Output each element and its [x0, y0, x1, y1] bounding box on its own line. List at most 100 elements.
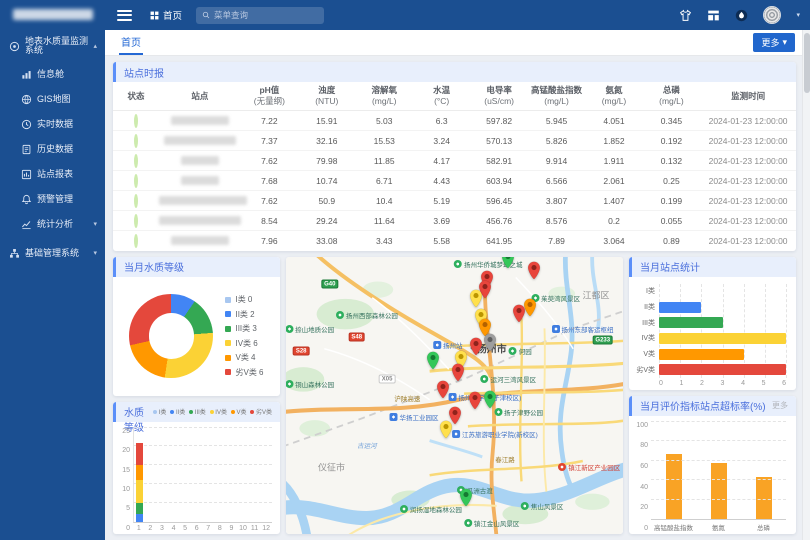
vertical-bar-chart[interactable]: 100806040200 高锰酸盐指数氨氮总磷: [629, 416, 796, 534]
table-row[interactable]: 7.6279.9811.854.17582.919.9141.9110.1322…: [113, 151, 796, 171]
gridline: [651, 440, 786, 441]
gis-map-panel[interactable]: 扬州市江都区仪征市扬州西部森林公园捺山地质公园铜山森林公园茱萸湾风景区扬州华侨城…: [286, 257, 623, 534]
topbar-actions: ▾: [679, 6, 810, 24]
value-cell: 9.914: [528, 151, 585, 171]
y-tick-label: 5: [126, 505, 130, 512]
dashboard-bottom-row: 当月水质等级 I类 0II类 2III类 3IV类 6V类 4劣V类 6 全年水…: [113, 257, 796, 534]
sidebar-section-surface-water-system[interactable]: 地表水质量监测系统▴: [0, 30, 105, 62]
skin-theme-icon[interactable]: [679, 9, 692, 22]
value-cell: 1.852: [585, 131, 642, 151]
value-cell: 10.74: [298, 171, 355, 191]
table-row[interactable]: 7.9633.083.435.58641.957.893.0640.892024…: [113, 231, 796, 251]
x-tick-label: 5: [179, 525, 191, 532]
legend-swatch: [250, 410, 254, 414]
table-row[interactable]: 7.6810.746.714.43603.946.5662.0610.25202…: [113, 171, 796, 191]
road-shield: X05: [379, 374, 396, 383]
value-cell: 0.89: [643, 231, 700, 251]
map-label-park: 何园: [509, 346, 532, 356]
map-label-poi-red: 镇江新区产业园区: [558, 462, 620, 472]
sidebar-item-label: 信息舱: [37, 70, 64, 79]
avatar-chevron-down-icon[interactable]: ▾: [796, 11, 800, 19]
map-label-park: 润扬湿地森林公园: [400, 504, 462, 514]
bar-III类[interactable]: [659, 317, 723, 328]
window-scrollbar[interactable]: [802, 30, 810, 540]
legend-item: II类: [170, 407, 185, 416]
stacked-bar-month-1[interactable]: [136, 428, 143, 522]
bar-氨氮[interactable]: [711, 463, 727, 519]
sidebar-item-station-report[interactable]: 站点报表: [0, 162, 105, 187]
map-pin-red[interactable]: [527, 261, 541, 280]
map-pin-red[interactable]: [469, 337, 483, 356]
column-header: 氨氮(mg/L): [585, 82, 642, 111]
road-shield: G40: [321, 280, 338, 289]
breadcrumb[interactable]: 首页: [150, 8, 182, 22]
value-cell: 10.4: [356, 191, 413, 211]
map-label-area: 江都区: [583, 289, 610, 302]
bar-track: [659, 286, 786, 297]
table-row[interactable]: 7.3732.1615.533.24570.135.8261.8520.1922…: [113, 131, 796, 151]
category-label: I类: [633, 286, 659, 296]
horizontal-bar-chart[interactable]: I类II类III类IV类V类劣V类 0123456: [629, 277, 796, 390]
tab-home[interactable]: 首页: [119, 30, 143, 55]
donut-chart[interactable]: [129, 294, 213, 378]
station-name-redacted: [164, 136, 236, 145]
map-pin-red[interactable]: [451, 364, 465, 383]
hamburger-menu-icon[interactable]: [117, 10, 132, 21]
gridline: [134, 445, 272, 446]
value-cell: 6.566: [528, 171, 585, 191]
sidebar-item-history-data[interactable]: 历史数据: [0, 137, 105, 162]
search-input[interactable]: [214, 10, 318, 20]
sidebar-item-info-dashboard[interactable]: 信息舱: [0, 62, 105, 87]
tabs-more-button[interactable]: 更多▾: [753, 33, 795, 52]
map-pin-yellow[interactable]: [439, 420, 453, 439]
exceed-rate-more-link[interactable]: 更多: [772, 400, 788, 411]
bar-高锰酸盐指数[interactable]: [666, 454, 682, 519]
user-avatar[interactable]: [763, 6, 781, 24]
table-row[interactable]: 8.5429.2411.643.69456.768.5760.20.055202…: [113, 211, 796, 231]
sidebar-section-base-management[interactable]: 基础管理系统▾: [0, 241, 105, 266]
y-tick-label: 20: [640, 504, 648, 511]
menu-search[interactable]: [196, 7, 324, 24]
value-cell: 29.24: [298, 211, 355, 231]
status-cell: [113, 171, 159, 191]
legend-swatch: [210, 410, 214, 414]
map-pin-green[interactable]: [501, 257, 515, 269]
bar-II类[interactable]: [659, 302, 701, 313]
chevron-down-icon: ▾: [93, 250, 99, 257]
bar-IV类[interactable]: [659, 333, 786, 344]
sidebar-item-gis-map[interactable]: GIS地图: [0, 87, 105, 112]
column-header: 溶解氧(mg/L): [356, 82, 413, 111]
map-pin-yellow[interactable]: [469, 289, 483, 308]
gridline: [651, 499, 786, 500]
map-pin-gray[interactable]: [483, 333, 497, 352]
bar-劣V类[interactable]: [659, 364, 786, 375]
map-pin-red[interactable]: [468, 391, 482, 410]
x-tick-label: 4: [168, 525, 180, 532]
map-pin-green[interactable]: [483, 390, 497, 409]
legend-label: V类: [236, 407, 246, 416]
table-row[interactable]: 7.2215.915.036.3597.825.9454.0510.345202…: [113, 111, 796, 131]
map-pin-green[interactable]: [426, 351, 440, 370]
map-park-icon: [509, 347, 517, 355]
message-flame-icon[interactable]: [735, 9, 748, 22]
map-pin-red[interactable]: [436, 380, 450, 399]
sidebar-item-realtime-data[interactable]: 实时数据: [0, 112, 105, 137]
sidebar-item-statistics[interactable]: 统计分析▾: [0, 212, 105, 237]
station-cell: [159, 131, 241, 151]
time-cell: 2024-01-23 12:00:00: [700, 171, 796, 191]
panel-title-monthly-station-stats: 当月站点统计: [629, 257, 796, 277]
exceed-rate-panel: 当月评价指标站点超标率(%) 更多 100806040200 高锰酸盐指数氨氮总…: [629, 396, 796, 534]
search-icon: [202, 11, 210, 19]
sidebar-item-alert-management[interactable]: 预警管理: [0, 187, 105, 212]
system-icon: [9, 41, 20, 52]
value-cell: 11.85: [356, 151, 413, 171]
table-row[interactable]: 7.6250.910.45.19596.453.8071.4070.199202…: [113, 191, 796, 211]
map-label-area: 仪征市: [318, 461, 345, 474]
map-pin-green[interactable]: [459, 488, 473, 507]
map-pin-red[interactable]: [512, 304, 526, 323]
layout-size-icon[interactable]: [707, 9, 720, 22]
gridline: [786, 284, 787, 378]
bar-V类[interactable]: [659, 349, 744, 360]
scrollbar-thumb[interactable]: [804, 33, 810, 93]
stacked-bar-chart[interactable]: 2520151050 123456789101112: [113, 422, 280, 534]
